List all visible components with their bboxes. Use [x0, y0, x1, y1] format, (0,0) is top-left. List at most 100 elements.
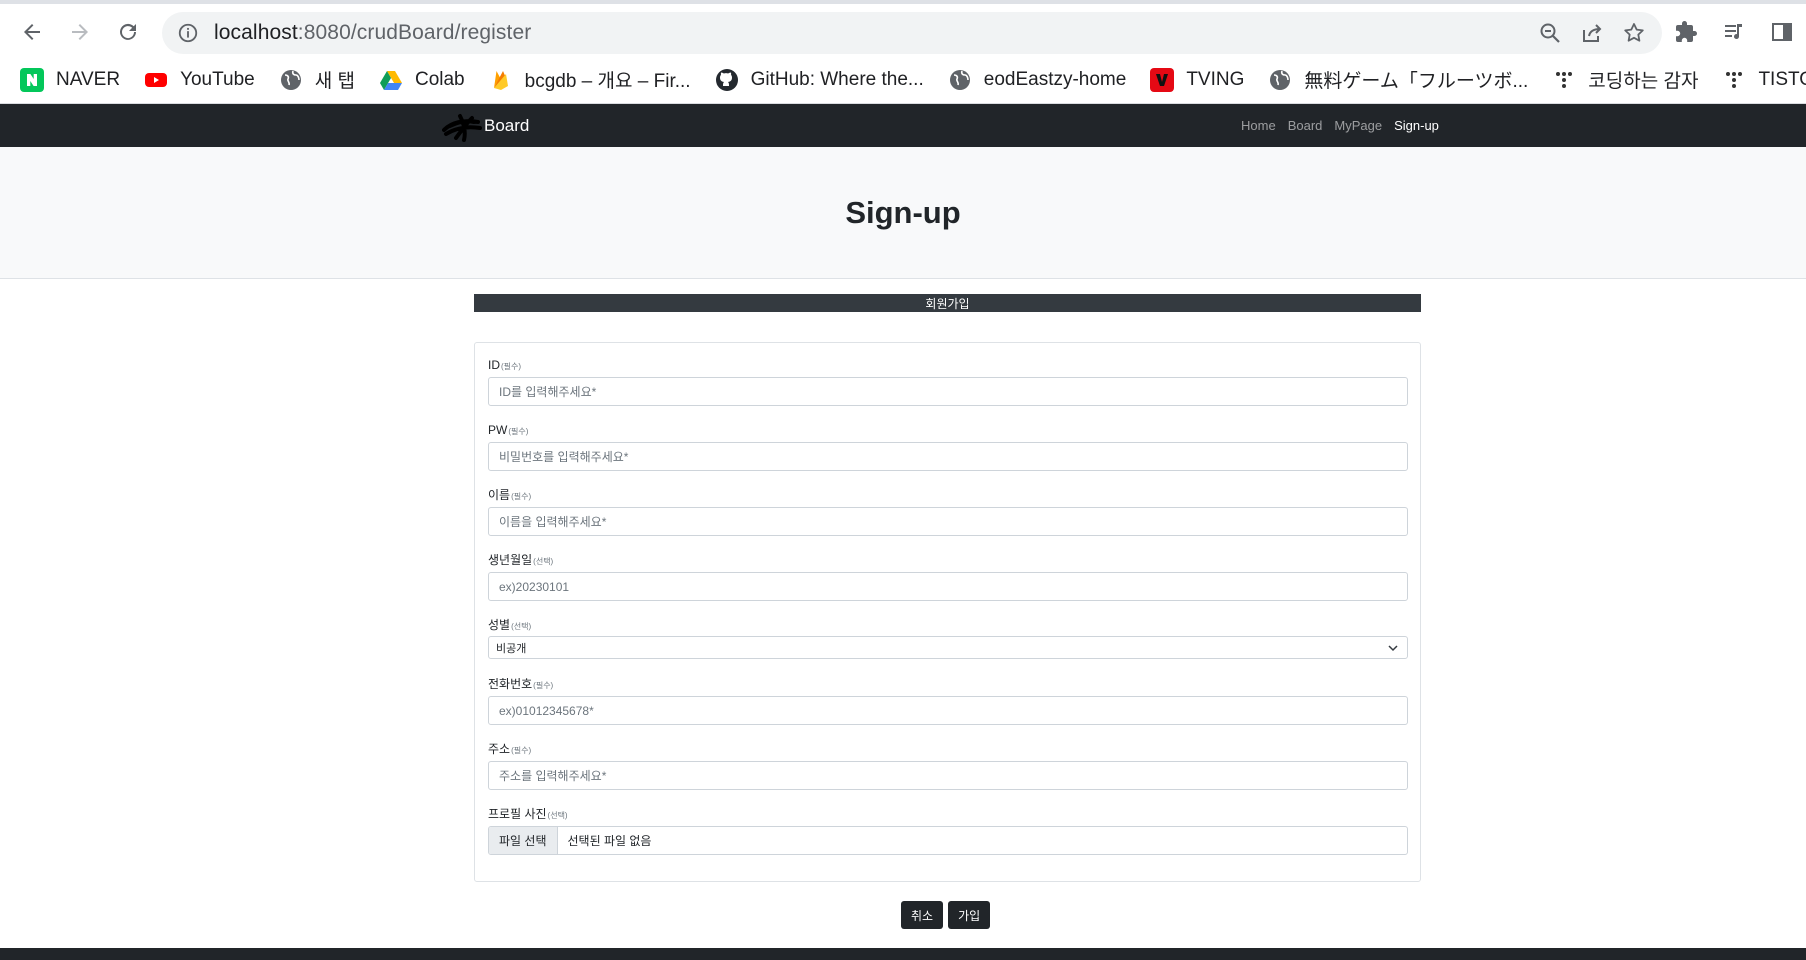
bookmark-new-tab[interactable]: 새 탭	[279, 66, 355, 93]
cancel-button[interactable]: 취소	[901, 901, 944, 929]
label-text: 성별	[488, 618, 511, 632]
zoom-icon[interactable]	[1536, 19, 1564, 47]
google-drive-icon	[379, 68, 403, 92]
url-text: localhost:8080/crudBoard/register	[214, 21, 531, 45]
field-label: PW(필수)	[488, 420, 1408, 440]
field-name: 이름(필수) 이름을 입력해주세요*	[488, 485, 1408, 536]
placeholder-text: 이름을 입력해주세요*	[499, 515, 607, 529]
bookmark-tistory[interactable]: TISTORY	[1722, 68, 1806, 92]
file-status-text: 선택된 파일 없음	[567, 834, 652, 848]
choose-file-button[interactable]: 파일 선택	[489, 827, 558, 854]
chevron-down-icon	[1388, 644, 1398, 651]
signup-form-card: ID(필수) ID를 입력해주세요* PW(필수) 비밀번호를 입력해주세요* …	[474, 342, 1421, 882]
field-id: ID(필수) ID를 입력해주세요*	[488, 355, 1408, 406]
field-phone: 전화번호(필수) ex)01012345678*	[488, 674, 1408, 725]
site-info-icon[interactable]	[176, 21, 200, 45]
bookmark-naver[interactable]: NAVER	[20, 67, 121, 92]
field-label: 주소(필수)	[488, 739, 1408, 759]
youtube-icon	[144, 68, 168, 92]
label-text: 이름	[488, 488, 511, 502]
bookmark-tving[interactable]: TVING	[1150, 67, 1244, 92]
naver-icon	[20, 67, 44, 92]
github-icon	[715, 68, 739, 92]
bookmark-label: 無料ゲーム「フルーツボ...	[1304, 71, 1529, 92]
profile-photo-input[interactable]: 파일 선택 선택된 파일 없음	[488, 826, 1408, 855]
submit-button[interactable]: 가입	[948, 901, 991, 929]
label-text: 프로필 사진	[488, 807, 547, 821]
address-bar[interactable]: localhost:8080/crudBoard/register	[162, 12, 1662, 54]
field-address: 주소(필수) 주소를 입력해주세요*	[488, 739, 1408, 790]
bookmark-label: eodEastzy-home	[983, 68, 1127, 90]
field-pw: PW(필수) 비밀번호를 입력해주세요*	[488, 420, 1408, 471]
field-label: 생년월일(선택)	[488, 550, 1408, 570]
site-nav-links: Home Board MyPage Sign-up	[1241, 104, 1439, 147]
nav-board[interactable]: Board	[1288, 118, 1323, 133]
bookmark-firebase[interactable]: bcgdb – 개요 – Fir...	[489, 66, 691, 93]
bookmarks-bar: NAVER YouTube 새 탭 Colab bcgdb – 개요 – Fir…	[0, 56, 1806, 104]
password-input[interactable]: 비밀번호를 입력해주세요*	[488, 442, 1408, 471]
media-playlist-icon[interactable]	[1720, 18, 1748, 46]
required-tag: (필수)	[533, 681, 554, 690]
page-title: Sign-up	[845, 194, 961, 230]
form-actions: 취소 가입	[901, 901, 991, 929]
section-title: 회원가입	[474, 294, 1421, 312]
required-tag: (필수)	[501, 362, 522, 371]
required-tag: (필수)	[511, 746, 532, 755]
id-input[interactable]: ID를 입력해주세요*	[488, 377, 1408, 406]
field-label: 전화번호(필수)	[488, 674, 1408, 694]
gender-select[interactable]: 비공개	[488, 636, 1408, 659]
phone-input[interactable]: ex)01012345678*	[488, 696, 1408, 725]
url-path: :8080/crudBoard/register	[297, 21, 532, 44]
reload-icon[interactable]	[110, 14, 146, 50]
site-footer	[0, 948, 1806, 960]
name-input[interactable]: 이름을 입력해주세요*	[488, 507, 1408, 536]
placeholder-text: 주소를 입력해주세요*	[499, 769, 607, 783]
url-host: localhost	[214, 21, 298, 44]
placeholder-text: ID를 입력해주세요*	[499, 385, 597, 399]
browser-toolbar: localhost:8080/crudBoard/register	[0, 4, 1806, 56]
share-icon[interactable]	[1578, 19, 1606, 47]
side-panel-icon[interactable]	[1768, 18, 1796, 46]
tving-icon	[1150, 67, 1175, 92]
selected-value: 비공개	[496, 642, 527, 655]
required-tag: (필수)	[508, 427, 529, 436]
forward-icon[interactable]	[62, 14, 98, 50]
bookmark-label: 코딩하는 감자	[1588, 71, 1699, 92]
address-input[interactable]: 주소를 입력해주세요*	[488, 761, 1408, 790]
bookmark-label: YouTube	[180, 68, 255, 90]
brand-text: Board	[484, 115, 530, 135]
field-photo: 프로필 사진(선택) 파일 선택 선택된 파일 없음	[488, 804, 1408, 855]
label-text: PW	[488, 423, 508, 437]
bookmark-github[interactable]: GitHub: Where the...	[715, 68, 924, 92]
bookmark-eodeastzy[interactable]: eodEastzy-home	[948, 68, 1127, 92]
label-text: 생년월일	[488, 553, 533, 567]
nav-mypage[interactable]: MyPage	[1334, 118, 1382, 133]
firebase-icon	[489, 68, 513, 92]
label-text: 주소	[488, 742, 511, 756]
bookmark-star-icon[interactable]	[1620, 19, 1648, 47]
brand-link[interactable]: Board	[442, 104, 529, 147]
label-text: ID	[488, 358, 500, 372]
nav-signup[interactable]: Sign-up	[1394, 118, 1439, 133]
bookmark-game[interactable]: 無料ゲーム「フルーツボ...	[1268, 66, 1528, 93]
field-label: 이름(필수)	[488, 485, 1408, 505]
field-label: 프로필 사진(선택)	[488, 804, 1408, 824]
optional-tag: (선택)	[511, 622, 532, 631]
field-birth: 생년월일(선택) ex)20230101	[488, 550, 1408, 601]
bookmark-label: GitHub: Where the...	[750, 68, 924, 90]
bookmark-coding-potato[interactable]: 코딩하는 감자	[1552, 66, 1698, 93]
back-icon[interactable]	[14, 14, 50, 50]
bookmark-label: NAVER	[56, 68, 121, 90]
birthdate-input[interactable]: ex)20230101	[488, 572, 1408, 601]
bookmark-youtube[interactable]: YouTube	[144, 68, 255, 92]
globe-icon	[948, 68, 972, 92]
bookmark-label: TISTORY	[1758, 68, 1806, 90]
placeholder-text: ex)20230101	[499, 579, 570, 594]
field-label: ID(필수)	[488, 355, 1408, 375]
nav-home[interactable]: Home	[1241, 118, 1276, 133]
placeholder-text: 비밀번호를 입력해주세요*	[499, 450, 629, 464]
browser-chrome: localhost:8080/crudBoard/register NAVER …	[0, 0, 1806, 104]
extensions-puzzle-icon[interactable]	[1672, 18, 1700, 46]
bookmark-colab[interactable]: Colab	[379, 68, 465, 92]
field-gender: 성별(선택) 비공개	[488, 615, 1408, 659]
